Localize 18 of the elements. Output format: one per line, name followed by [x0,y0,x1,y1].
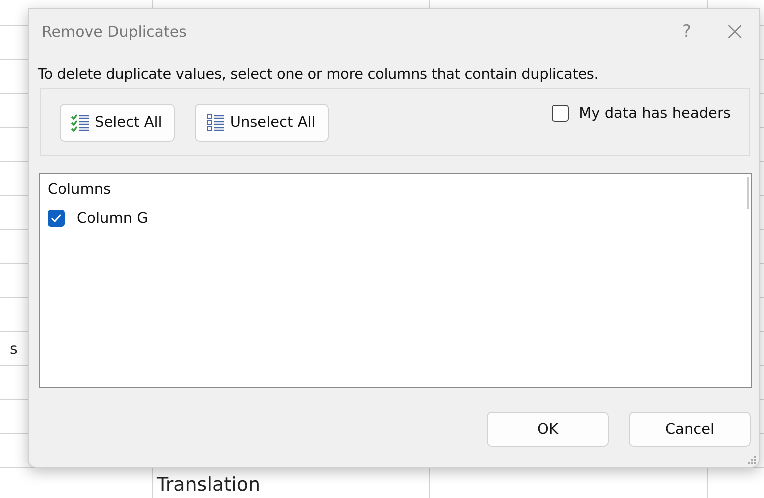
checkmark-icon [51,214,62,223]
cancel-button[interactable]: Cancel [629,412,751,447]
list-icon [205,113,226,133]
column-label: Column G [77,210,148,226]
checkbox[interactable] [48,210,65,227]
checkbox-label: My data has headers [579,106,731,122]
checkbox[interactable] [552,105,570,122]
cell-text: Translation [157,474,261,496]
select-all-button[interactable]: Select All [60,104,176,142]
unselect-all-button[interactable]: Unselect All [195,104,329,142]
cell-text: s [10,340,18,358]
list-header: Columns [48,182,112,198]
checklist-icon [70,113,90,133]
scrollbar[interactable] [747,177,749,209]
dialog-title: Remove Duplicates [42,23,188,41]
ok-button[interactable]: OK [487,412,609,447]
resize-grip-icon[interactable] [747,455,757,465]
instruction-text: To delete duplicate values, select one or more columns that contain duplicates. [38,67,600,83]
